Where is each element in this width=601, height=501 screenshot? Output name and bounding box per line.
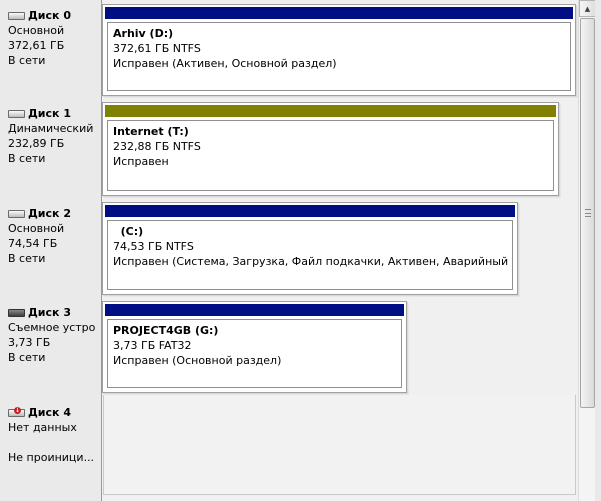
disk-size: 372,61 ГБ xyxy=(8,39,65,52)
partition-label: Arhiv (D:) xyxy=(113,27,174,40)
disk-row-0[interactable]: Диск 0 Основной 372,61 ГБ В сети Arhiv (… xyxy=(0,0,578,98)
disk-icon xyxy=(8,209,25,218)
disk-row-2[interactable]: Диск 2 Основной 74,54 ГБ В сети (C:) 74,… xyxy=(0,198,578,297)
disk-status: Не проиници... xyxy=(8,451,95,464)
disk-info-1[interactable]: Диск 1 Динамический 232,89 ГБ В сети xyxy=(0,98,102,198)
partition-details: (C:) 74,53 ГБ NTFS Исправен (Система, За… xyxy=(107,220,513,290)
disk-name: Диск 2 xyxy=(28,207,71,220)
disk-name: Диск 1 xyxy=(28,107,71,120)
partition-health: Исправен (Основной раздел) xyxy=(113,354,282,367)
partition-c[interactable]: (C:) 74,53 ГБ NTFS Исправен (Система, За… xyxy=(102,202,518,295)
disk-name: Диск 0 xyxy=(28,9,71,22)
disk-management-graphical-view: Диск 0 Основной 372,61 ГБ В сети Arhiv (… xyxy=(0,0,601,501)
disk-status: В сети xyxy=(8,252,46,265)
disk-status: В сети xyxy=(8,351,46,364)
partition-type-bar xyxy=(105,205,515,217)
disk-info-0[interactable]: Диск 0 Основной 372,61 ГБ В сети xyxy=(0,0,102,98)
partition-details: Arhiv (D:) 372,61 ГБ NTFS Исправен (Акти… xyxy=(107,22,571,91)
partition-details: Internet (T:) 232,88 ГБ NTFS Исправен xyxy=(107,120,554,191)
partition-health: Исправен (Система, Загрузка, Файл подкач… xyxy=(113,255,513,268)
disk-row-4[interactable]: ↓ Диск 4 Нет данных Не проиници... xyxy=(0,395,578,501)
partition-type-bar xyxy=(105,304,404,316)
partition-size-fs: 74,53 ГБ NTFS xyxy=(113,240,194,253)
window-edge xyxy=(595,0,601,501)
disk-type: Нет данных xyxy=(8,421,77,434)
partition-d[interactable]: Arhiv (D:) 372,61 ГБ NTFS Исправен (Акти… xyxy=(102,4,576,96)
disk-row-1[interactable]: Диск 1 Динамический 232,89 ГБ В сети Int… xyxy=(0,98,578,198)
scrollbar-thumb[interactable] xyxy=(580,18,595,408)
scroll-up-button[interactable]: ▲ xyxy=(579,0,596,17)
disk-size: 74,54 ГБ xyxy=(8,237,58,250)
disk-type: Динамический xyxy=(8,122,94,135)
partition-label: Internet (T:) xyxy=(113,125,189,138)
disk-info-2[interactable]: Диск 2 Основной 74,54 ГБ В сети xyxy=(0,198,102,297)
disk-type: Основной xyxy=(8,24,65,37)
partition-label: PROJECT4GB (G:) xyxy=(113,324,219,337)
disk-size xyxy=(8,435,101,450)
unallocated-area[interactable] xyxy=(103,395,576,495)
disk-status: В сети xyxy=(8,152,46,165)
disk-icon xyxy=(8,109,25,118)
partition-size-fs: 3,73 ГБ FAT32 xyxy=(113,339,192,352)
partition-g[interactable]: PROJECT4GB (G:) 3,73 ГБ FAT32 Исправен (… xyxy=(102,301,407,393)
disk-info-3[interactable]: Диск 3 Съемное устро 3,73 ГБ В сети xyxy=(0,297,102,395)
partition-health: Исправен (Активен, Основной раздел) xyxy=(113,57,337,70)
disk-type: Основной xyxy=(8,222,65,235)
partition-label: (C:) xyxy=(113,225,144,238)
disk-size: 3,73 ГБ xyxy=(8,336,51,349)
disk-icon xyxy=(8,11,25,20)
partition-health: Исправен xyxy=(113,155,169,168)
grip-icon xyxy=(585,209,591,217)
disk-type: Съемное устро xyxy=(8,321,96,334)
partition-type-bar xyxy=(105,105,556,117)
uninitialized-disk-icon: ↓ xyxy=(8,406,25,417)
vertical-scrollbar[interactable]: ▲ xyxy=(578,0,596,501)
disk-name: Диск 3 xyxy=(28,306,71,319)
disk-name: Диск 4 xyxy=(28,406,71,419)
disk-row-3[interactable]: Диск 3 Съемное устро 3,73 ГБ В сети PROJ… xyxy=(0,297,578,395)
partition-size-fs: 372,61 ГБ NTFS xyxy=(113,42,201,55)
partition-details: PROJECT4GB (G:) 3,73 ГБ FAT32 Исправен (… xyxy=(107,319,402,388)
partition-t[interactable]: Internet (T:) 232,88 ГБ NTFS Исправен xyxy=(102,102,559,196)
partition-type-bar xyxy=(105,7,573,19)
partition-size-fs: 232,88 ГБ NTFS xyxy=(113,140,201,153)
disk-info-4[interactable]: ↓ Диск 4 Нет данных Не проиници... xyxy=(0,395,102,501)
disk-size: 232,89 ГБ xyxy=(8,137,65,150)
disk-status: В сети xyxy=(8,54,46,67)
removable-disk-icon xyxy=(8,308,25,317)
